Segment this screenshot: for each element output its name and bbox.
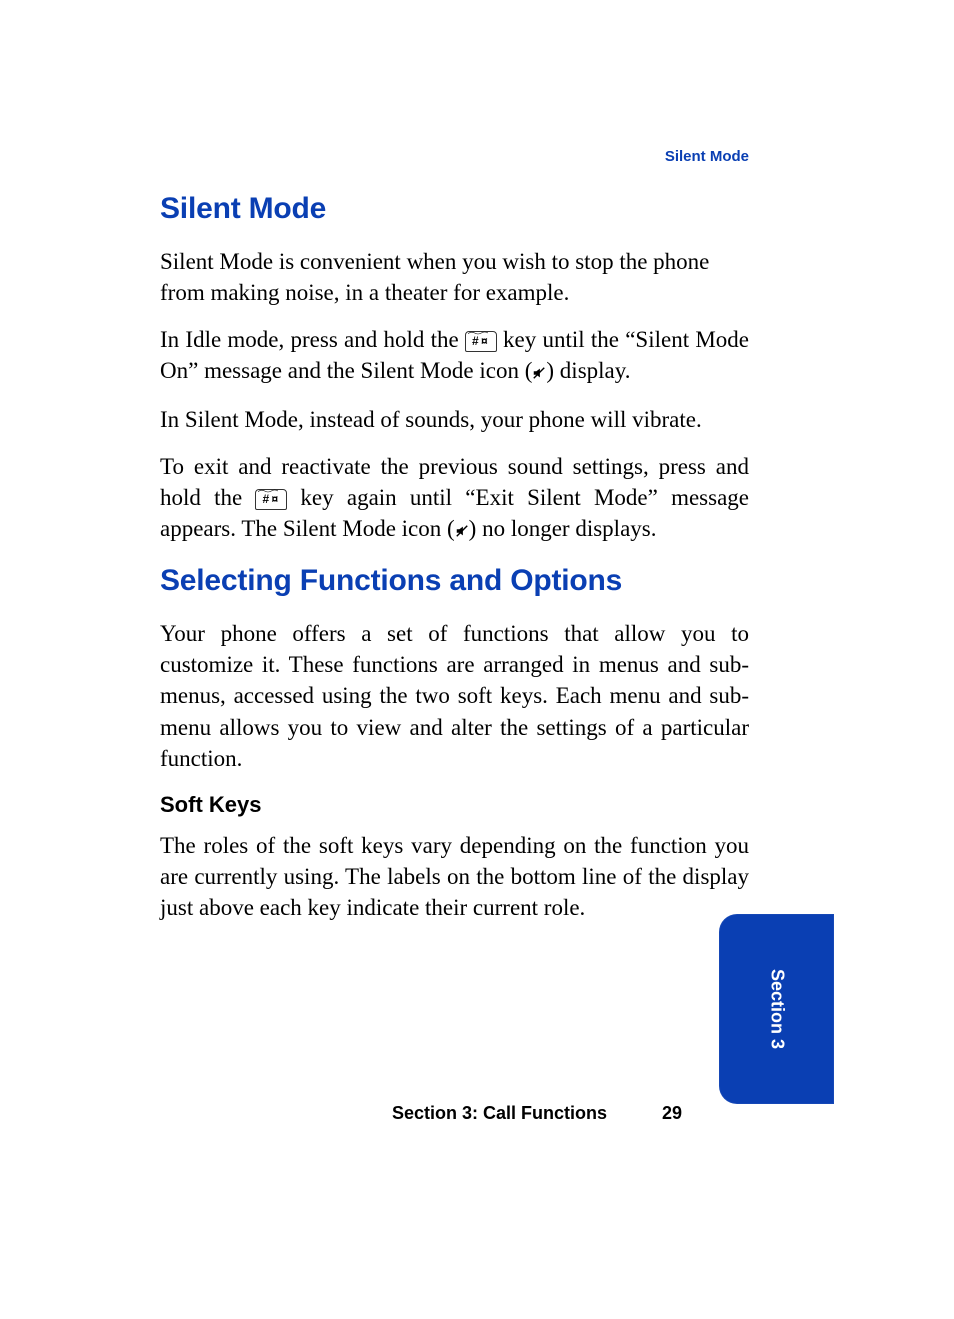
footer-section-title: Section 3: Call Functions bbox=[392, 1103, 607, 1124]
text: ) no longer displays. bbox=[469, 516, 657, 541]
section-tab-label: Section 3 bbox=[766, 969, 787, 1049]
paragraph: In Silent Mode, instead of sounds, your … bbox=[160, 404, 749, 435]
section-tab: Section 3 bbox=[719, 914, 834, 1104]
silent-mode-icon bbox=[455, 515, 469, 546]
silent-mode-icon bbox=[532, 357, 546, 388]
paragraph: Your phone offers a set of functions tha… bbox=[160, 618, 749, 773]
paragraph: The roles of the soft keys vary dependin… bbox=[160, 830, 749, 923]
hash-key-icon: # ¤ bbox=[255, 489, 287, 510]
text: ) display. bbox=[546, 358, 630, 383]
text-block: Silent Mode Silent Mode is convenient wh… bbox=[160, 192, 749, 939]
paragraph: Silent Mode is convenient when you wish … bbox=[160, 246, 749, 308]
subheading-soft-keys: Soft Keys bbox=[160, 792, 749, 818]
paragraph: To exit and reactivate the previous soun… bbox=[160, 451, 749, 546]
paragraph: In Idle mode, press and hold the # ¤ key… bbox=[160, 324, 749, 388]
page-number: 29 bbox=[662, 1103, 682, 1124]
page: Silent Mode Silent Mode Silent Mode is c… bbox=[0, 0, 954, 1319]
page-footer: Section 3: Call Functions 29 bbox=[0, 1103, 954, 1124]
text: In Idle mode, press and hold the bbox=[160, 327, 465, 352]
running-head: Silent Mode bbox=[665, 148, 749, 165]
hash-key-icon: # ¤ bbox=[465, 331, 497, 352]
heading-silent-mode: Silent Mode bbox=[160, 192, 749, 226]
heading-selecting-functions: Selecting Functions and Options bbox=[160, 564, 749, 598]
